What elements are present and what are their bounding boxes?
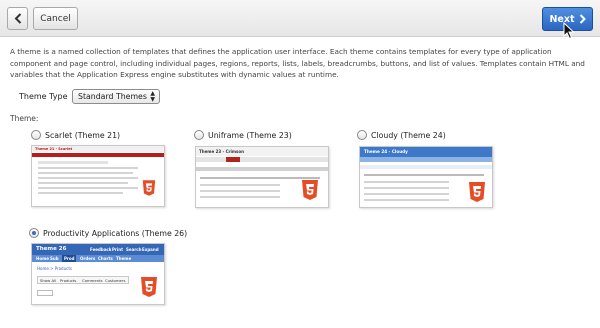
thumb-link-search: Search [126, 247, 142, 252]
option-label-uniframe: Uniframe (Theme 23) [208, 131, 292, 140]
thumb-active-tab [226, 157, 240, 162]
thumb-breadcrumb: Home > Products [37, 266, 72, 271]
thumb-tab-comments: Comments [82, 278, 103, 283]
radio-uniframe[interactable] [194, 130, 204, 140]
thumb-nav-sub: Sub [50, 256, 59, 261]
html5-logo-icon [142, 180, 156, 196]
option-label-productivity: Productivity Applications (Theme 26) [43, 229, 188, 238]
chevron-right-icon [579, 14, 586, 24]
thumb-nav-bar [32, 153, 164, 157]
thumb-link-feedback: Feedback [90, 247, 112, 252]
radio-productivity[interactable] [29, 228, 39, 238]
thumb-nav-theme: Theme [116, 256, 132, 261]
theme-description: A theme is a named collection of templat… [10, 47, 585, 79]
thumb-search-field [37, 290, 53, 296]
thumb-nav-orders: Orders [80, 256, 96, 261]
chevron-left-icon [14, 13, 21, 24]
thumb-link-print: Print [112, 247, 124, 252]
theme-type-selected-value: Standard Themes [78, 92, 147, 101]
theme-type-label: Theme Type [19, 92, 68, 101]
html5-logo-icon [469, 182, 485, 202]
thumb-nav-charts: Charts [98, 256, 113, 261]
html5-logo-icon [141, 277, 157, 297]
mouse-cursor-icon [563, 22, 575, 40]
thumb-nav-home: Home [36, 256, 49, 261]
cancel-button[interactable]: Cancel [33, 7, 78, 30]
thumb-link-expand: Expand [142, 247, 159, 252]
theme-label: Theme: [10, 114, 39, 123]
html5-logo-icon [302, 180, 318, 200]
thumb-tab-show-all: Show All [40, 278, 57, 283]
updown-arrows-icon: ▲ ▼ [150, 90, 155, 103]
thumbnail-scarlet[interactable]: Theme 21 - Scarlet [31, 145, 165, 207]
back-button[interactable] [7, 7, 28, 30]
option-label-scarlet: Scarlet (Theme 21) [45, 131, 121, 140]
thumbnail-cloudy[interactable]: Theme 24 - Cloudy [359, 146, 493, 208]
thumb-tab-customers: Customers [105, 278, 126, 283]
thumb-title: Theme 26 [36, 246, 67, 252]
theme-type-select[interactable]: Standard Themes ▲ ▼ [72, 89, 160, 104]
thumb-nav-prod: Prod [64, 256, 75, 261]
thumbnail-uniframe[interactable]: Theme 23 - Crimson [195, 146, 329, 208]
thumb-title: Theme 24 - Cloudy [364, 149, 408, 154]
thumb-title: Theme 23 - Crimson [199, 149, 244, 154]
thumb-title: Theme 21 - Scarlet [35, 147, 73, 151]
radio-scarlet[interactable] [31, 130, 41, 140]
thumbnail-productivity[interactable]: Theme 26 Feedback Print Search Expand Ho… [31, 243, 165, 305]
radio-cloudy[interactable] [357, 130, 367, 140]
thumb-tab-products: Products [60, 278, 77, 283]
option-label-cloudy: Cloudy (Theme 24) [371, 131, 446, 140]
wizard-toolbar: Cancel Next [0, 0, 600, 40]
